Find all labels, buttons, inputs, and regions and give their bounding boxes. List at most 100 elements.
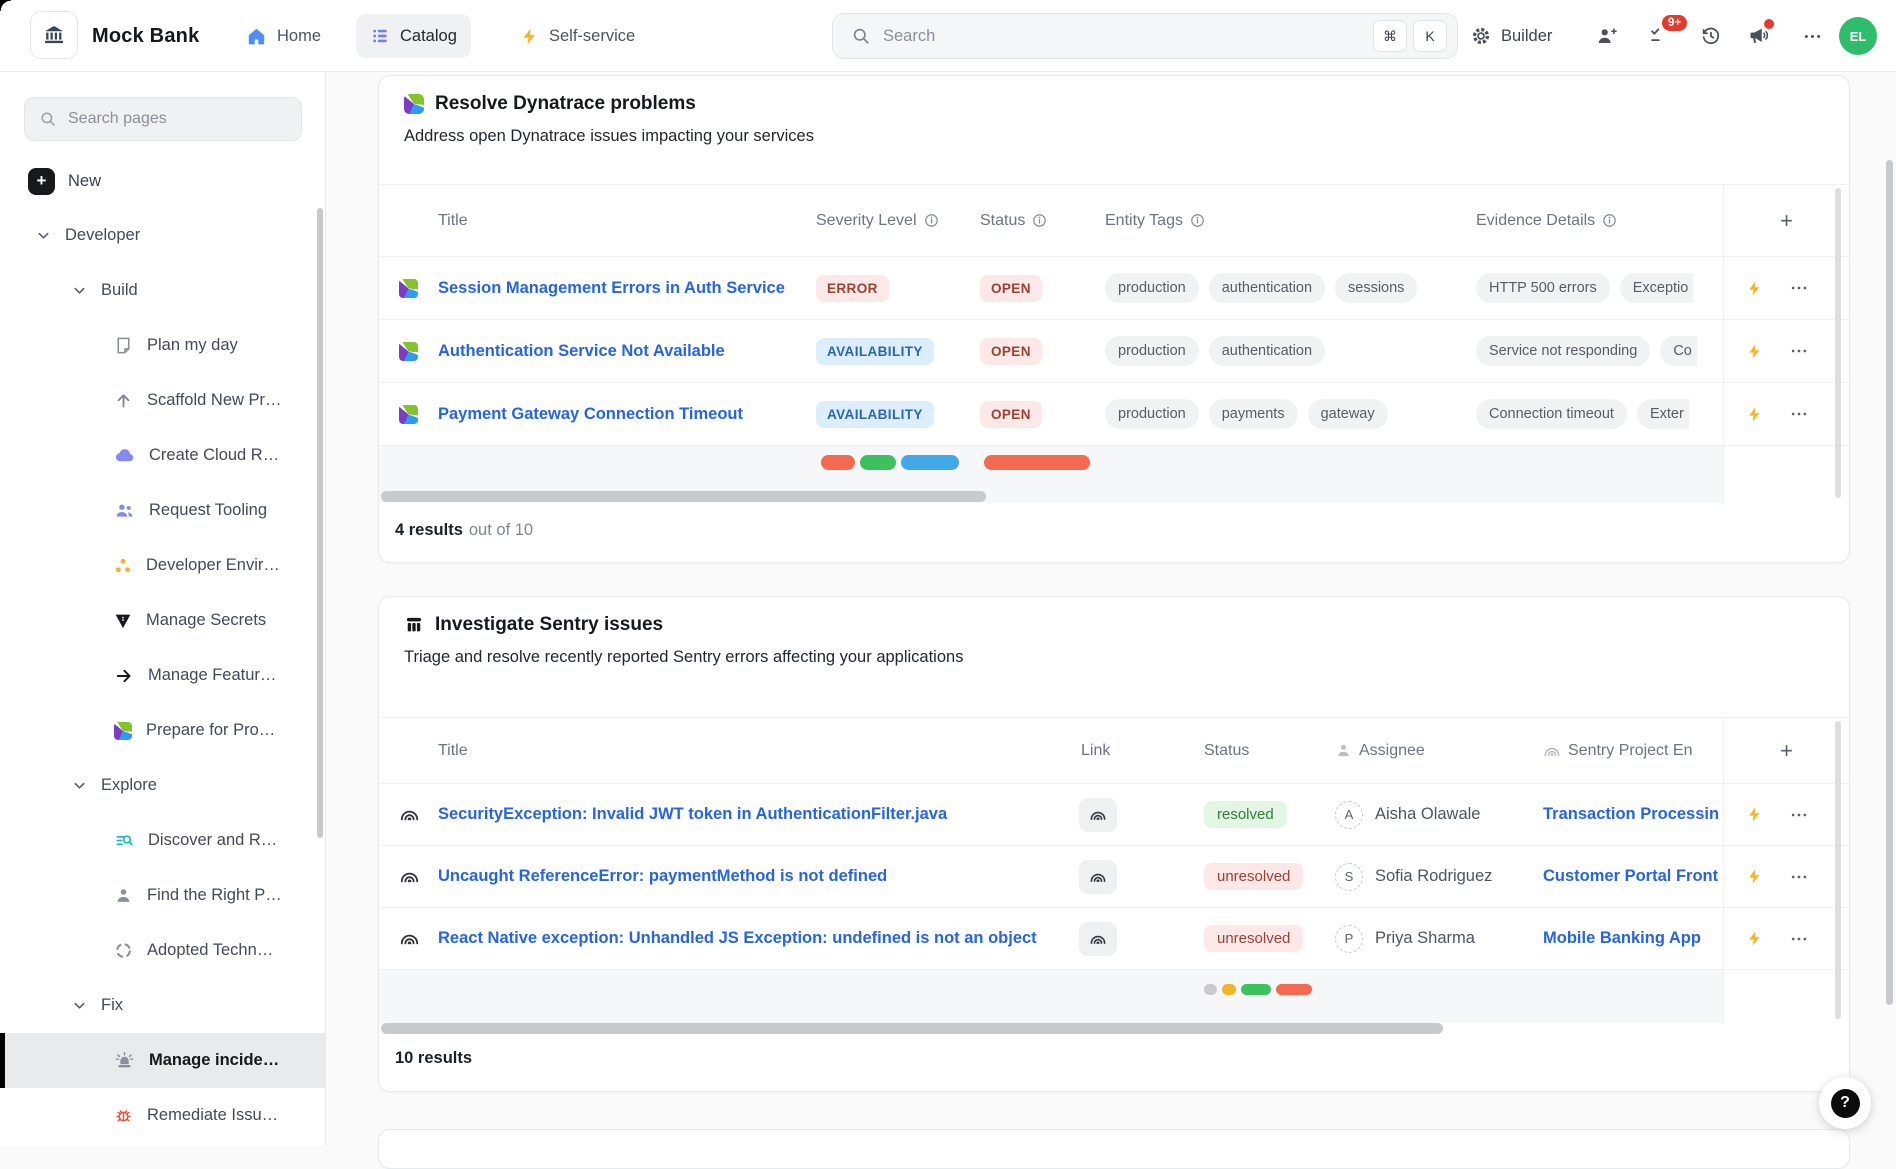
assignee-name: Sofia Rodriguez <box>1375 867 1492 886</box>
notifications-count-badge: 9+ <box>1660 13 1689 33</box>
row-title-link[interactable]: SecurityException: Invalid JWT token in … <box>438 784 947 845</box>
partial-row-chips <box>821 455 1090 470</box>
status-badge-label: unresolved <box>1204 863 1303 890</box>
window-scrollbar[interactable] <box>1886 160 1893 1005</box>
row-more-button[interactable] <box>1789 278 1809 298</box>
dynatrace-icon <box>399 257 438 319</box>
brand-logo[interactable] <box>30 11 78 59</box>
sentry-link-button[interactable] <box>1079 922 1117 956</box>
sidebar-item-label: Explore <box>101 776 157 795</box>
sidebar-item-scaffold-new-pr[interactable]: Scaffold New Pr… <box>0 373 325 428</box>
sidebar-item-label: Scaffold New Pr… <box>147 391 282 410</box>
builder-button[interactable]: Builder <box>1470 0 1552 72</box>
sidebar-item-developer-envir[interactable]: Developer Envir… <box>0 538 325 593</box>
table-row: React Native exception: Unhandled JS Exc… <box>379 908 1849 970</box>
nav-catalog[interactable]: Catalog <box>356 14 471 58</box>
entity-tags-cell: productionauthenticationsessions <box>1105 257 1476 319</box>
sidebar-item-fix[interactable]: Fix <box>0 978 325 1033</box>
row-title-link[interactable]: Payment Gateway Connection Timeout <box>438 383 743 445</box>
sentry-icon <box>399 784 438 845</box>
sidebar-item-prepare-for-pro[interactable]: Prepare for Pro… <box>0 703 325 758</box>
assignee-avatar: S <box>1335 863 1363 891</box>
cloud-icon <box>114 445 135 466</box>
sentry-project-link[interactable]: Transaction Processin <box>1543 784 1723 845</box>
run-action-button[interactable] <box>1746 930 1763 947</box>
runs-button[interactable]: 9+ <box>1648 0 1670 72</box>
sidebar-search-input[interactable]: Search pages <box>24 97 302 141</box>
sidebar-item-manage-featur[interactable]: Manage Featur… <box>0 648 325 703</box>
row-title-link[interactable]: React Native exception: Unhandled JS Exc… <box>438 908 1037 969</box>
sidebar-item-label: Adopted Techn… <box>147 941 273 960</box>
horizontal-scrollbar[interactable] <box>381 491 986 502</box>
help-button[interactable]: ? <box>1819 1077 1871 1129</box>
sidebar-item-discover-and-r[interactable]: Discover and R… <box>0 813 325 868</box>
sidebar-scrollbar[interactable] <box>317 208 323 838</box>
sentry-link-button[interactable] <box>1079 860 1117 894</box>
sentry-project-link[interactable]: Customer Portal Front <box>1543 846 1723 907</box>
sidebar-item-build[interactable]: Build <box>0 263 325 318</box>
sentry-link-button[interactable] <box>1079 798 1117 832</box>
colored-chip <box>821 455 855 470</box>
lightning-icon <box>520 27 539 46</box>
global-search-input[interactable]: Search ⌘ K <box>832 13 1458 59</box>
user-avatar[interactable]: EL <box>1839 17 1877 55</box>
row-more-button[interactable] <box>1789 805 1809 825</box>
dynatrace-icon <box>399 320 438 382</box>
horizontal-scrollbar[interactable] <box>381 1023 1443 1034</box>
main-content: Resolve Dynatrace problems Address open … <box>327 72 1896 1146</box>
document-icon <box>114 336 133 355</box>
table-row: Authentication Service Not Available AVAI… <box>379 320 1849 383</box>
run-action-button[interactable] <box>1746 406 1763 423</box>
status-badge: OPEN <box>980 257 1042 319</box>
sidebar-item-plan-my-day[interactable]: Plan my day <box>0 318 325 373</box>
sidebar-item-create-cloud-r[interactable]: Create Cloud R… <box>0 428 325 483</box>
assignee-avatar: A <box>1335 801 1363 829</box>
row-title-link[interactable]: Uncaught ReferenceError: paymentMethod i… <box>438 846 887 907</box>
nav-home[interactable]: Home <box>232 14 335 58</box>
severity-badge: AVAILABILITY <box>816 320 934 382</box>
nav-home-label: Home <box>277 27 321 46</box>
invite-user-button[interactable] <box>1596 0 1618 72</box>
entity-tag: gateway <box>1308 399 1388 429</box>
sentry-icon <box>399 908 438 969</box>
sidebar-item-manage-secrets[interactable]: Manage Secrets <box>0 593 325 648</box>
evidence-tag: Co <box>1660 336 1697 366</box>
table-vertical-scrollbar[interactable] <box>1835 721 1841 1019</box>
row-more-button[interactable] <box>1789 341 1809 361</box>
run-action-button[interactable] <box>1746 280 1763 297</box>
search-shortcut: ⌘ K <box>1373 20 1447 52</box>
sidebar-item-request-tooling[interactable]: Request Tooling <box>0 483 325 538</box>
results-summary: 10 results <box>395 1049 478 1068</box>
catalog-icon <box>370 26 390 46</box>
sidebar-item-explore[interactable]: Explore <box>0 758 325 813</box>
sidebar-item-adopted-techn[interactable]: Adopted Techn… <box>0 923 325 978</box>
history-icon <box>1700 25 1722 47</box>
row-more-button[interactable] <box>1789 404 1809 424</box>
row-more-button[interactable] <box>1789 867 1809 887</box>
row-title-link[interactable]: Authentication Service Not Available <box>438 320 725 382</box>
header-more-button[interactable] <box>1802 0 1823 72</box>
history-button[interactable] <box>1700 0 1722 72</box>
sidebar-item-label: Discover and R… <box>148 831 277 850</box>
sidebar-item-remediate-issu[interactable]: Remediate Issu… <box>0 1088 325 1143</box>
sidebar: Search pages + New DeveloperBuildPlan my… <box>0 72 326 1146</box>
assignee-cell: PPriya Sharma <box>1335 908 1475 969</box>
sentry-project-link[interactable]: Mobile Banking App <box>1543 908 1723 969</box>
sidebar-item-find-the-right-p[interactable]: Find the Right P… <box>0 868 325 923</box>
nav-self-service[interactable]: Self-service <box>506 14 649 58</box>
assignee-name: Priya Sharma <box>1375 929 1475 948</box>
row-title-link[interactable]: Session Management Errors in Auth Servic… <box>438 257 785 319</box>
run-action-button[interactable] <box>1746 343 1763 360</box>
sidebar-item-developer[interactable]: Developer <box>0 208 325 263</box>
chevron-down-icon <box>72 283 87 298</box>
run-action-button[interactable] <box>1746 868 1763 885</box>
entity-tag: authentication <box>1209 273 1325 303</box>
row-more-button[interactable] <box>1789 929 1809 949</box>
sidebar-new-button[interactable]: + New <box>28 166 101 196</box>
run-action-button[interactable] <box>1746 806 1763 823</box>
chevron-down-icon <box>72 778 87 793</box>
announcements-button[interactable] <box>1748 0 1770 72</box>
severity-badge-label: ERROR <box>816 275 889 302</box>
sidebar-item-manage-incide[interactable]: Manage incide… <box>0 1033 325 1088</box>
table-vertical-scrollbar[interactable] <box>1835 188 1841 498</box>
